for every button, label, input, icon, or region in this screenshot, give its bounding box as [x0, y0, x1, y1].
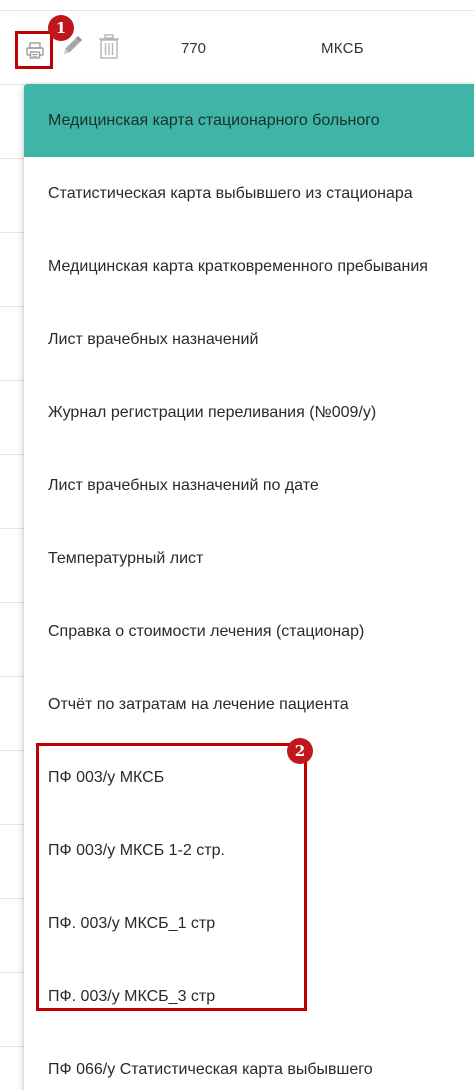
delete-button[interactable]	[98, 34, 120, 60]
menu-item-short-stay-card[interactable]: Медицинская карта кратковременного пребы…	[24, 230, 474, 303]
table-row-divider	[0, 676, 24, 677]
menu-item-pf-066-statistical[interactable]: ПФ 066/у Статистическая карта выбывшего	[24, 1033, 474, 1090]
pencil-icon	[60, 36, 84, 62]
record-type: МКСБ	[321, 40, 364, 57]
table-row-divider	[0, 1046, 24, 1047]
menu-item-transfusion-journal[interactable]: Журнал регистрации переливания (№009/у)	[24, 376, 474, 449]
table-row-divider	[0, 824, 24, 825]
menu-item-pf-003-mksb-1-2[interactable]: ПФ 003/у МКСБ 1-2 стр.	[24, 814, 474, 887]
table-row-divider	[0, 898, 24, 899]
menu-item-prescription-sheet[interactable]: Лист врачебных назначений	[24, 303, 474, 376]
table-row-divider	[0, 528, 24, 529]
table-row-divider	[0, 158, 24, 159]
annotation-badge-1: 1	[48, 15, 74, 41]
menu-item-pf-003-mksb-1[interactable]: ПФ. 003/у МКСБ_1 стр	[24, 887, 474, 960]
table-top-border	[0, 10, 474, 11]
menu-item-pf-003-mksb[interactable]: ПФ 003/у МКСБ	[24, 741, 474, 814]
print-forms-menu: Медицинская карта стационарного больного…	[24, 84, 474, 1090]
menu-item-expense-report[interactable]: Отчёт по затратам на лечение пациента	[24, 668, 474, 741]
menu-item-statistical-card[interactable]: Статистическая карта выбывшего из стацио…	[24, 157, 474, 230]
annotation-badge-2: 2	[287, 738, 313, 764]
menu-item-temperature-sheet[interactable]: Температурный лист	[24, 522, 474, 595]
print-button[interactable]	[15, 31, 53, 69]
trash-icon	[98, 34, 120, 64]
table-row-divider	[0, 454, 24, 455]
table-row-divider	[0, 232, 24, 233]
menu-item-medical-card[interactable]: Медицинская карта стационарного больного	[24, 84, 474, 157]
page: 770 МКСБ Медицинская карта стационарного…	[0, 0, 474, 1090]
menu-item-prescription-by-date[interactable]: Лист врачебных назначений по дате	[24, 449, 474, 522]
table-row-divider	[0, 380, 24, 381]
record-number: 770	[181, 40, 207, 57]
menu-item-treatment-cost[interactable]: Справка о стоимости лечения (стационар)	[24, 595, 474, 668]
menu-item-pf-003-mksb-3[interactable]: ПФ. 003/у МКСБ_3 стр	[24, 960, 474, 1033]
table-row-divider	[0, 750, 24, 751]
table-row-divider	[0, 84, 24, 85]
table-row-divider	[0, 306, 24, 307]
table-row-divider	[0, 602, 24, 603]
table-row-divider	[0, 972, 24, 973]
